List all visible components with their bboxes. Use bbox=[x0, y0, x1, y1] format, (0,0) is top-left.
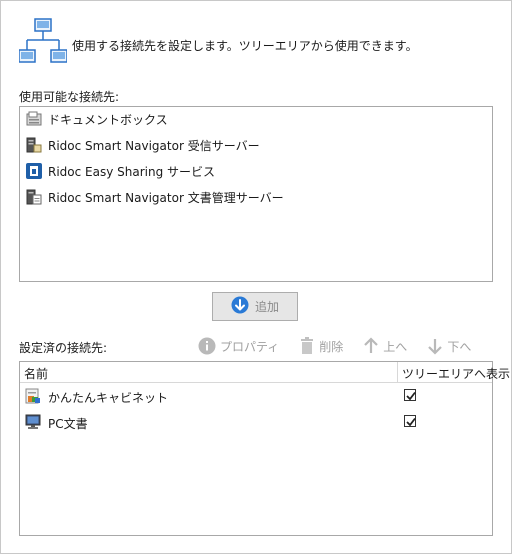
arrow-down-icon bbox=[428, 339, 443, 355]
move-down-button[interactable]: 下へ bbox=[427, 337, 471, 355]
list-item-label: Ridoc Smart Navigator 受信サーバー bbox=[48, 138, 260, 153]
easy-sharing-icon bbox=[26, 163, 42, 179]
check-icon bbox=[406, 391, 416, 401]
row-name: PC文書 bbox=[48, 417, 88, 431]
column-show[interactable]: ツリーエリアへ表示 bbox=[402, 365, 510, 382]
check-icon bbox=[406, 417, 416, 427]
receive-server-icon bbox=[26, 137, 42, 153]
column-divider bbox=[397, 362, 398, 382]
move-up-button[interactable]: 上へ bbox=[363, 337, 407, 355]
properties-button[interactable]: プロパティ bbox=[198, 337, 279, 355]
show-in-tree-checkbox[interactable] bbox=[404, 389, 416, 401]
toolbar: プロパティ 削除 上へ 下へ bbox=[198, 336, 471, 356]
list-item-label: ドキュメントボックス bbox=[48, 112, 168, 127]
add-button-label: 追加 bbox=[254, 300, 279, 314]
grid-header: 名前 ツリーエリアへ表示 bbox=[20, 362, 510, 383]
arrow-down-circle-icon bbox=[231, 296, 249, 317]
add-button[interactable]: 追加 bbox=[212, 292, 298, 321]
document-box-icon bbox=[26, 111, 42, 127]
table-row[interactable]: PC文書 bbox=[20, 410, 492, 434]
list-item[interactable]: Ridoc Easy Sharing サービス bbox=[26, 160, 215, 182]
show-in-tree-checkbox[interactable] bbox=[404, 415, 416, 427]
header-description: 使用する接続先を設定します。ツリーエリアから使用できます。 bbox=[72, 39, 418, 53]
list-item[interactable]: Ridoc Smart Navigator 受信サーバー bbox=[26, 134, 260, 156]
list-item[interactable]: ドキュメントボックス bbox=[26, 108, 168, 130]
trash-icon bbox=[301, 337, 314, 354]
available-list[interactable]: ドキュメントボックス Ridoc Smart Navigator 受信サーバー … bbox=[19, 106, 493, 282]
arrow-up-icon bbox=[364, 337, 379, 353]
available-label: 使用可能な接続先: bbox=[19, 90, 120, 104]
list-item-label: Ridoc Smart Navigator 文書管理サーバー bbox=[48, 190, 284, 205]
list-item-label: Ridoc Easy Sharing サービス bbox=[48, 164, 216, 179]
document-server-icon bbox=[26, 189, 42, 205]
info-icon bbox=[198, 337, 216, 355]
network-icon bbox=[18, 18, 68, 66]
monitor-icon bbox=[25, 414, 41, 430]
configured-label: 設定済の接続先: bbox=[19, 341, 108, 355]
list-item[interactable]: Ridoc Smart Navigator 文書管理サーバー bbox=[26, 186, 284, 208]
cabinet-icon bbox=[25, 388, 41, 404]
row-name: かんたんキャビネット bbox=[48, 391, 169, 405]
configured-grid[interactable]: 名前 ツリーエリアへ表示 かんたんキャビネット PC文書 bbox=[19, 361, 510, 536]
column-name[interactable]: 名前 bbox=[24, 365, 48, 382]
delete-button[interactable]: 削除 bbox=[299, 337, 343, 355]
table-row[interactable]: かんたんキャビネット bbox=[20, 384, 492, 408]
